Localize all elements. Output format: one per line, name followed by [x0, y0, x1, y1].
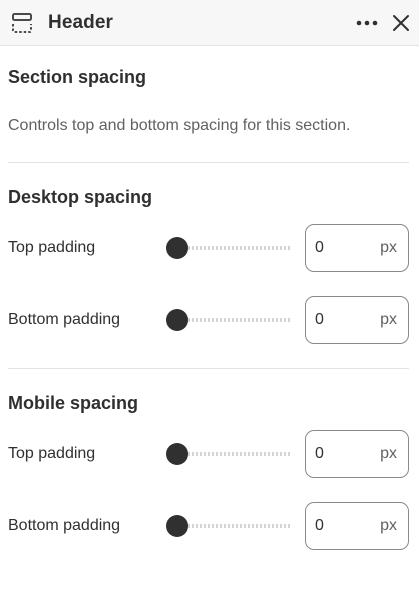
divider	[8, 368, 409, 369]
close-icon	[393, 14, 409, 31]
desktop-top-padding-slider[interactable]	[166, 236, 291, 260]
section-spacing-description: Controls top and bottom spacing for this…	[8, 117, 351, 134]
section-layout-icon	[10, 11, 34, 35]
desktop-top-padding-label: Top padding	[8, 239, 96, 256]
slider-track	[176, 246, 291, 250]
mobile-top-padding-slider[interactable]	[166, 442, 291, 466]
slider-thumb[interactable]	[166, 237, 188, 259]
mobile-top-padding-field[interactable]: px	[305, 430, 409, 478]
desktop-bottom-padding-label: Bottom padding	[8, 311, 121, 328]
mobile-top-padding-row: Top padding px	[8, 430, 409, 478]
desktop-top-padding-field[interactable]: px	[305, 224, 409, 272]
panel-content: Section spacing Controls top and bottom …	[0, 66, 419, 550]
panel-header: Header	[0, 0, 419, 46]
unit-label: px	[380, 311, 397, 328]
slider-track	[176, 524, 291, 528]
slider-thumb[interactable]	[166, 443, 188, 465]
desktop-spacing-heading: Desktop spacing	[8, 187, 153, 207]
section-spacing-heading: Section spacing	[8, 67, 147, 87]
mobile-top-padding-label: Top padding	[8, 445, 96, 462]
divider	[8, 162, 409, 163]
mobile-bottom-padding-label: Bottom padding	[8, 517, 121, 534]
slider-thumb[interactable]	[166, 515, 188, 537]
more-options-button[interactable]	[353, 9, 381, 37]
mobile-top-padding-input[interactable]	[315, 445, 365, 463]
desktop-bottom-padding-row: Bottom padding px	[8, 296, 409, 344]
mobile-bottom-padding-row: Bottom padding px	[8, 502, 409, 550]
mobile-bottom-padding-field[interactable]: px	[305, 502, 409, 550]
desktop-bottom-padding-field[interactable]: px	[305, 296, 409, 344]
desktop-top-padding-row: Top padding px	[8, 224, 409, 272]
more-horizontal-icon	[356, 20, 378, 25]
mobile-bottom-padding-input[interactable]	[315, 517, 365, 535]
slider-track	[176, 452, 291, 456]
desktop-bottom-padding-slider[interactable]	[166, 308, 291, 332]
section-settings-panel: Header Section spacing Controls top and …	[0, 0, 419, 607]
mobile-spacing-heading: Mobile spacing	[8, 393, 139, 413]
mobile-bottom-padding-slider[interactable]	[166, 514, 291, 538]
panel-title: Header	[48, 11, 114, 33]
desktop-top-padding-input[interactable]	[315, 239, 365, 257]
slider-track	[176, 318, 291, 322]
slider-thumb[interactable]	[166, 309, 188, 331]
desktop-bottom-padding-input[interactable]	[315, 311, 365, 329]
unit-label: px	[380, 239, 397, 256]
close-button[interactable]	[387, 9, 415, 37]
unit-label: px	[380, 517, 397, 534]
unit-label: px	[380, 445, 397, 462]
